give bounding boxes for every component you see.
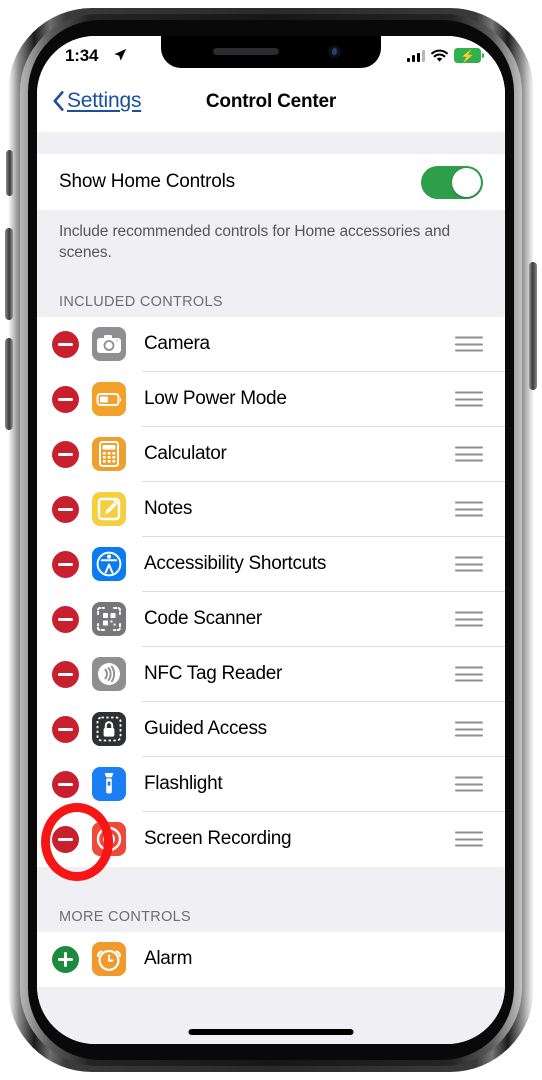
control-label: Alarm xyxy=(144,948,193,970)
remove-control-button[interactable] xyxy=(52,495,79,523)
status-time: 1:34 xyxy=(65,46,99,65)
remove-control-button[interactable] xyxy=(52,660,79,688)
remove-control-button[interactable] xyxy=(52,550,79,578)
flashlight-icon xyxy=(92,767,126,802)
display-notch xyxy=(161,36,381,68)
control-row[interactable]: Low Power Mode xyxy=(37,371,505,427)
control-label: Notes xyxy=(144,498,193,520)
show-home-controls-row[interactable]: Show Home Controls xyxy=(37,154,505,210)
more-controls-list: Alarm xyxy=(37,931,505,987)
drag-handle-icon[interactable] xyxy=(455,831,483,847)
nfc-icon xyxy=(92,657,126,692)
control-row[interactable]: Alarm xyxy=(37,931,505,987)
top-spacer xyxy=(37,132,505,154)
location-arrow-icon xyxy=(114,48,127,61)
earpiece-speaker xyxy=(213,48,279,55)
battery-charging-icon: ⚡ xyxy=(454,48,484,63)
section-spacer xyxy=(37,866,505,901)
drag-handle-icon[interactable] xyxy=(455,556,483,572)
show-home-controls-toggle[interactable] xyxy=(421,165,483,199)
control-row[interactable]: Guided Access xyxy=(37,701,505,757)
control-row[interactable]: NFC Tag Reader xyxy=(37,646,505,702)
home-indicator[interactable] xyxy=(188,1029,354,1035)
drag-handle-icon[interactable] xyxy=(455,721,483,737)
status-indicators: ⚡ xyxy=(407,48,484,63)
control-row[interactable]: Code Scanner xyxy=(37,591,505,647)
control-row[interactable]: Camera xyxy=(37,316,505,372)
control-label: Camera xyxy=(144,333,210,355)
drag-handle-icon[interactable] xyxy=(455,501,483,517)
show-home-controls-label: Show Home Controls xyxy=(59,171,235,192)
included-controls-list: Camera Low Power Mode Calculator Notes Acce… xyxy=(37,316,505,867)
volume-up-button[interactable] xyxy=(5,228,13,320)
control-label: Calculator xyxy=(144,443,227,465)
remove-control-button[interactable] xyxy=(52,385,79,413)
control-row[interactable]: Notes xyxy=(37,481,505,537)
mute-switch-button[interactable] xyxy=(6,150,13,196)
drag-handle-icon[interactable] xyxy=(455,391,483,407)
battery-low-icon xyxy=(92,382,126,417)
record-circle-icon xyxy=(92,822,126,857)
remove-control-button[interactable] xyxy=(52,770,79,798)
control-row[interactable]: Screen Recording xyxy=(37,811,505,867)
home-controls-footnote: Include recommended controls for Home ac… xyxy=(37,210,505,264)
control-label: Guided Access xyxy=(144,718,267,740)
remove-control-button[interactable] xyxy=(52,440,79,468)
phone-screen: 1:34 ⚡ Settings Control Center Show Home… xyxy=(37,36,505,1044)
control-row[interactable]: Calculator xyxy=(37,426,505,482)
cellular-bars-icon xyxy=(407,49,425,62)
control-label: NFC Tag Reader xyxy=(144,663,283,685)
add-control-button[interactable] xyxy=(52,945,79,973)
toggle-knob xyxy=(452,167,481,197)
wifi-icon xyxy=(431,49,448,62)
navigation-bar: Settings Control Center xyxy=(37,80,505,132)
lock-dashed-icon xyxy=(92,712,126,747)
control-label: Screen Recording xyxy=(144,828,292,850)
accessibility-icon xyxy=(92,547,126,582)
control-label: Low Power Mode xyxy=(144,388,287,410)
qr-scanner-icon xyxy=(92,602,126,637)
more-controls-header: MORE CONTROLS xyxy=(37,900,505,932)
control-label: Flashlight xyxy=(144,773,223,795)
battery-bolt-icon: ⚡ xyxy=(460,48,475,63)
page-title: Control Center xyxy=(205,91,337,112)
camera-icon xyxy=(92,327,126,362)
volume-down-button[interactable] xyxy=(5,338,13,430)
power-button[interactable] xyxy=(529,262,537,390)
remove-control-button[interactable] xyxy=(52,825,79,853)
control-row[interactable]: Flashlight xyxy=(37,756,505,812)
control-label: Code Scanner xyxy=(144,608,262,630)
drag-handle-icon[interactable] xyxy=(455,611,483,627)
screenshot-stage: 1:34 ⚡ Settings Control Center Show Home… xyxy=(0,0,542,1080)
included-controls-header: INCLUDED CONTROLS xyxy=(37,263,505,317)
control-label: Accessibility Shortcuts xyxy=(144,553,327,575)
drag-handle-icon[interactable] xyxy=(455,666,483,682)
calculator-icon xyxy=(92,437,126,472)
remove-control-button[interactable] xyxy=(52,715,79,743)
drag-handle-icon[interactable] xyxy=(455,776,483,792)
remove-control-button[interactable] xyxy=(52,605,79,633)
settings-scroll-view[interactable]: Show Home Controls Include recommended c… xyxy=(37,132,505,1044)
drag-handle-icon[interactable] xyxy=(455,336,483,352)
remove-control-button[interactable] xyxy=(52,330,79,358)
notes-pencil-icon xyxy=(92,492,126,527)
front-camera-icon xyxy=(328,45,341,58)
alarm-clock-icon xyxy=(92,942,126,977)
drag-handle-icon[interactable] xyxy=(455,446,483,462)
control-row[interactable]: Accessibility Shortcuts xyxy=(37,536,505,592)
